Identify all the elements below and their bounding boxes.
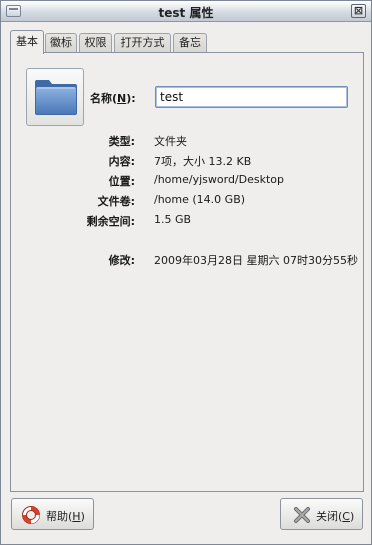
tab-emblems[interactable]: 徽标 [45, 33, 77, 53]
location-label: 位置: [108, 175, 135, 188]
help-button[interactable]: 帮助(H) [11, 498, 94, 530]
tab-basic[interactable]: 基本 [10, 30, 44, 54]
close-button[interactable]: 关闭(C) [280, 498, 363, 530]
tab-open-with[interactable]: 打开方式 [114, 33, 171, 53]
modified-value: 2009年03月28日 星期六 07时30分55秒 [154, 254, 358, 267]
name-input[interactable] [155, 86, 348, 108]
close-x-icon [294, 507, 310, 523]
contents-value: 7项，大小 13.2 KB [154, 155, 252, 168]
properties-dialog: test 属性 ⊠ 基本 徽标 权限 打开方式 备忘 名称(N): 类型: 文件… [0, 0, 372, 545]
lifebuoy-icon [22, 506, 40, 524]
tab-notes[interactable]: 备忘 [173, 33, 207, 53]
free-space-value: 1.5 GB [154, 213, 192, 226]
name-label: 名称(N): [90, 92, 136, 105]
title-bar[interactable]: test 属性 ⊠ [1, 1, 371, 22]
folder-icon-button[interactable] [26, 68, 84, 126]
window-close-icon[interactable]: ⊠ [351, 4, 366, 18]
folder-icon [35, 80, 77, 115]
volume-value: /home (14.0 GB) [154, 193, 246, 206]
type-value: 文件夹 [154, 135, 187, 148]
type-label: 类型: [108, 135, 135, 148]
modified-label: 修改: [108, 254, 135, 267]
contents-label: 内容: [108, 155, 135, 168]
free-space-label: 剩余空间: [86, 215, 135, 228]
window-title: test 属性 [158, 6, 214, 20]
help-button-label: 帮助(H) [46, 510, 85, 523]
volume-label: 文件卷: [97, 195, 135, 208]
location-value: /home/yjsword/Desktop [154, 173, 285, 186]
tab-permissions[interactable]: 权限 [79, 33, 112, 53]
close-button-label: 关闭(C) [316, 510, 355, 523]
